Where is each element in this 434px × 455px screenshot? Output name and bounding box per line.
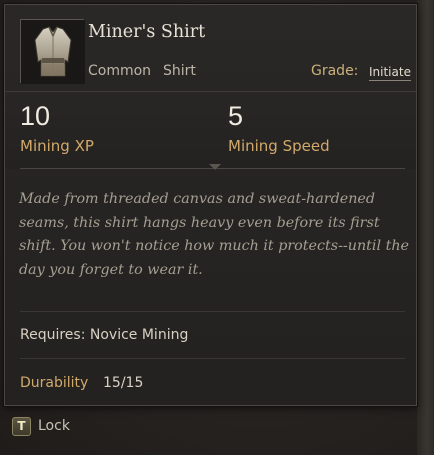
mining-speed-label: Mining Speed [228, 137, 330, 155]
item-description: Made from threaded canvas and sweat-hard… [19, 191, 410, 278]
mining-xp-value: 10 [20, 101, 51, 131]
item-type: Shirt [163, 63, 196, 79]
lock-label: Lock [38, 418, 70, 434]
grade-label: Grade: [311, 63, 359, 79]
item-rarity: Common [88, 63, 152, 79]
game-screen: Miner's Shirt Common Shirt Grade: Initia… [0, 0, 434, 455]
durability-label: Durability [20, 375, 89, 391]
background-edge [417, 0, 434, 455]
durability-value: 15/15 [103, 375, 144, 391]
item-icon-frame [20, 19, 85, 84]
grade-value-link[interactable]: Initiate [369, 65, 411, 81]
divider [20, 358, 405, 359]
item-name: Miner's Shirt [88, 22, 206, 42]
tooltip-header: Miner's Shirt Common Shirt Grade: Initia… [5, 5, 416, 91]
stats-panel: 10 Mining XP 5 Mining Speed [5, 91, 416, 169]
mining-xp-label: Mining XP [20, 137, 94, 155]
divider [20, 311, 405, 312]
item-tooltip: Miner's Shirt Common Shirt Grade: Initia… [4, 4, 417, 406]
lock-keybind[interactable]: T Lock [12, 416, 70, 436]
mining-speed-value: 5 [228, 101, 244, 131]
requirement-text: Requires: Novice Mining [20, 327, 189, 343]
t-key-icon[interactable]: T [12, 416, 31, 436]
divider-notch-icon [209, 164, 221, 170]
shirt-icon [21, 20, 85, 84]
